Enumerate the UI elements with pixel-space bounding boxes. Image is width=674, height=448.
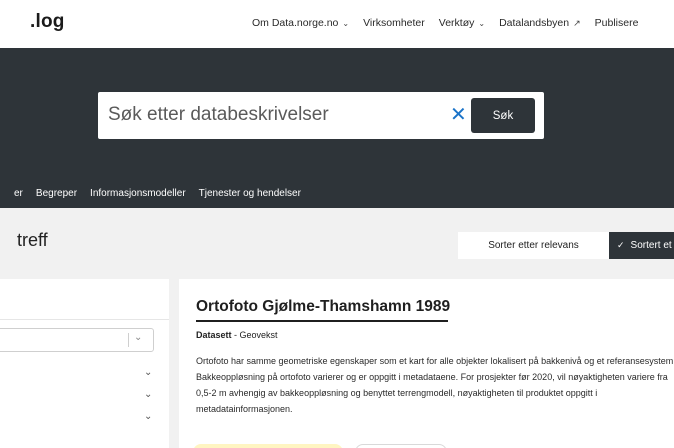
nav-item-verktoy[interactable]: Verktøy ⌄ (439, 17, 485, 29)
chevron-down-icon: ⌄ (478, 18, 486, 28)
category-tabs: er Begreper Informasjonsmodeller Tjenest… (0, 188, 314, 199)
result-title[interactable]: Ortofoto Gjølme-Thamshamn 1989 (196, 298, 450, 316)
nav-item-datalandsbyen[interactable]: Datalandsbyen ↗ (499, 17, 581, 29)
check-icon: ✓ (617, 240, 625, 250)
tab-informasjonsmodeller[interactable]: Informasjonsmodeller (90, 188, 186, 199)
sort-date-button[interactable]: ✓ Sortert et (609, 232, 674, 259)
search-box: ✕ Søk (98, 92, 544, 139)
search-button[interactable]: Søk (471, 98, 535, 133)
search-hero: ✕ Søk er Begreper Informasjonsmodeller T… (0, 48, 674, 208)
tag-chip (193, 444, 343, 448)
chevron-down-icon: ⌄ (342, 18, 350, 28)
tab-begreper[interactable]: Begreper (36, 188, 77, 199)
chevron-down-icon: ⌄ (134, 332, 143, 343)
nav-links: Om Data.norge.no ⌄ Virksomheter Verktøy … (252, 17, 652, 29)
result-publisher: - Geovekst (231, 330, 278, 340)
top-navigation: .log Om Data.norge.no ⌄ Virksomheter Ver… (0, 0, 674, 48)
result-type: Datasett (196, 330, 232, 340)
tab-tjenester-og-hendelser[interactable]: Tjenester og hendelser (199, 188, 301, 199)
filter-select[interactable]: ⌄ (0, 328, 154, 352)
search-result-card: Ortofoto Gjølme-Thamshamn 1989 Datasett … (179, 279, 674, 448)
chevron-down-icon[interactable]: ⌄ (144, 411, 152, 422)
divider (128, 333, 129, 347)
nav-item-publisere[interactable]: Publisere (595, 17, 639, 29)
divider (0, 319, 169, 320)
sort-relevance-button[interactable]: Sorter etter relevans (458, 232, 609, 259)
nav-item-om-data-norge[interactable]: Om Data.norge.no ⌄ (252, 17, 349, 29)
tag-chip (355, 444, 447, 448)
close-icon[interactable]: ✕ (450, 104, 467, 126)
chevron-down-icon[interactable]: ⌄ (144, 389, 152, 400)
result-count: treff (17, 230, 48, 250)
result-description: Ortofoto har samme geometriske egenskape… (196, 356, 674, 414)
chevron-down-icon[interactable]: ⌄ (144, 367, 152, 378)
filter-panel: ⌄ ⌄ ⌄ ⌄ (0, 279, 169, 448)
site-logo[interactable]: .log (30, 11, 65, 33)
tab-datasett[interactable]: er (14, 188, 23, 199)
external-link-icon: ↗ (573, 17, 581, 28)
result-meta: Datasett - Geovekst (196, 330, 278, 340)
search-input[interactable] (108, 100, 438, 130)
nav-item-virksomheter[interactable]: Virksomheter (363, 17, 425, 29)
title-underline (196, 320, 448, 322)
